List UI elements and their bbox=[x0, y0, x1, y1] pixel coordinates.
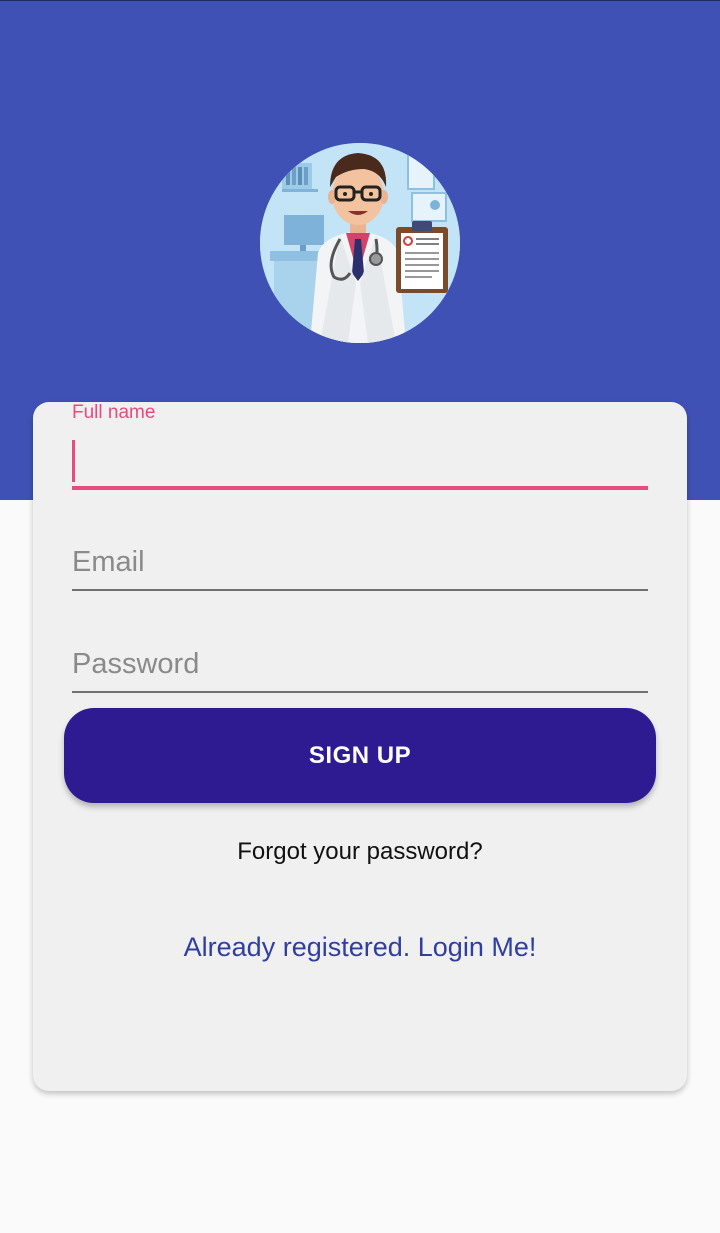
signup-card: Full name SIGN UP Forgot your password? … bbox=[33, 402, 687, 1091]
doctor-avatar-icon bbox=[260, 143, 460, 343]
forgot-password-link[interactable]: Forgot your password? bbox=[33, 838, 687, 866]
full-name-underline bbox=[72, 486, 648, 490]
full-name-label: Full name bbox=[72, 402, 156, 423]
full-name-input[interactable] bbox=[72, 442, 648, 482]
password-input[interactable] bbox=[72, 642, 648, 686]
full-name-field[interactable]: Full name bbox=[72, 402, 648, 492]
email-underline bbox=[72, 589, 648, 591]
email-input[interactable] bbox=[72, 540, 648, 584]
password-field[interactable] bbox=[72, 642, 648, 694]
login-link[interactable]: Already registered. Login Me! bbox=[33, 932, 687, 963]
password-underline bbox=[72, 691, 648, 693]
email-field[interactable] bbox=[72, 540, 648, 592]
sign-up-button[interactable]: SIGN UP bbox=[64, 708, 656, 803]
